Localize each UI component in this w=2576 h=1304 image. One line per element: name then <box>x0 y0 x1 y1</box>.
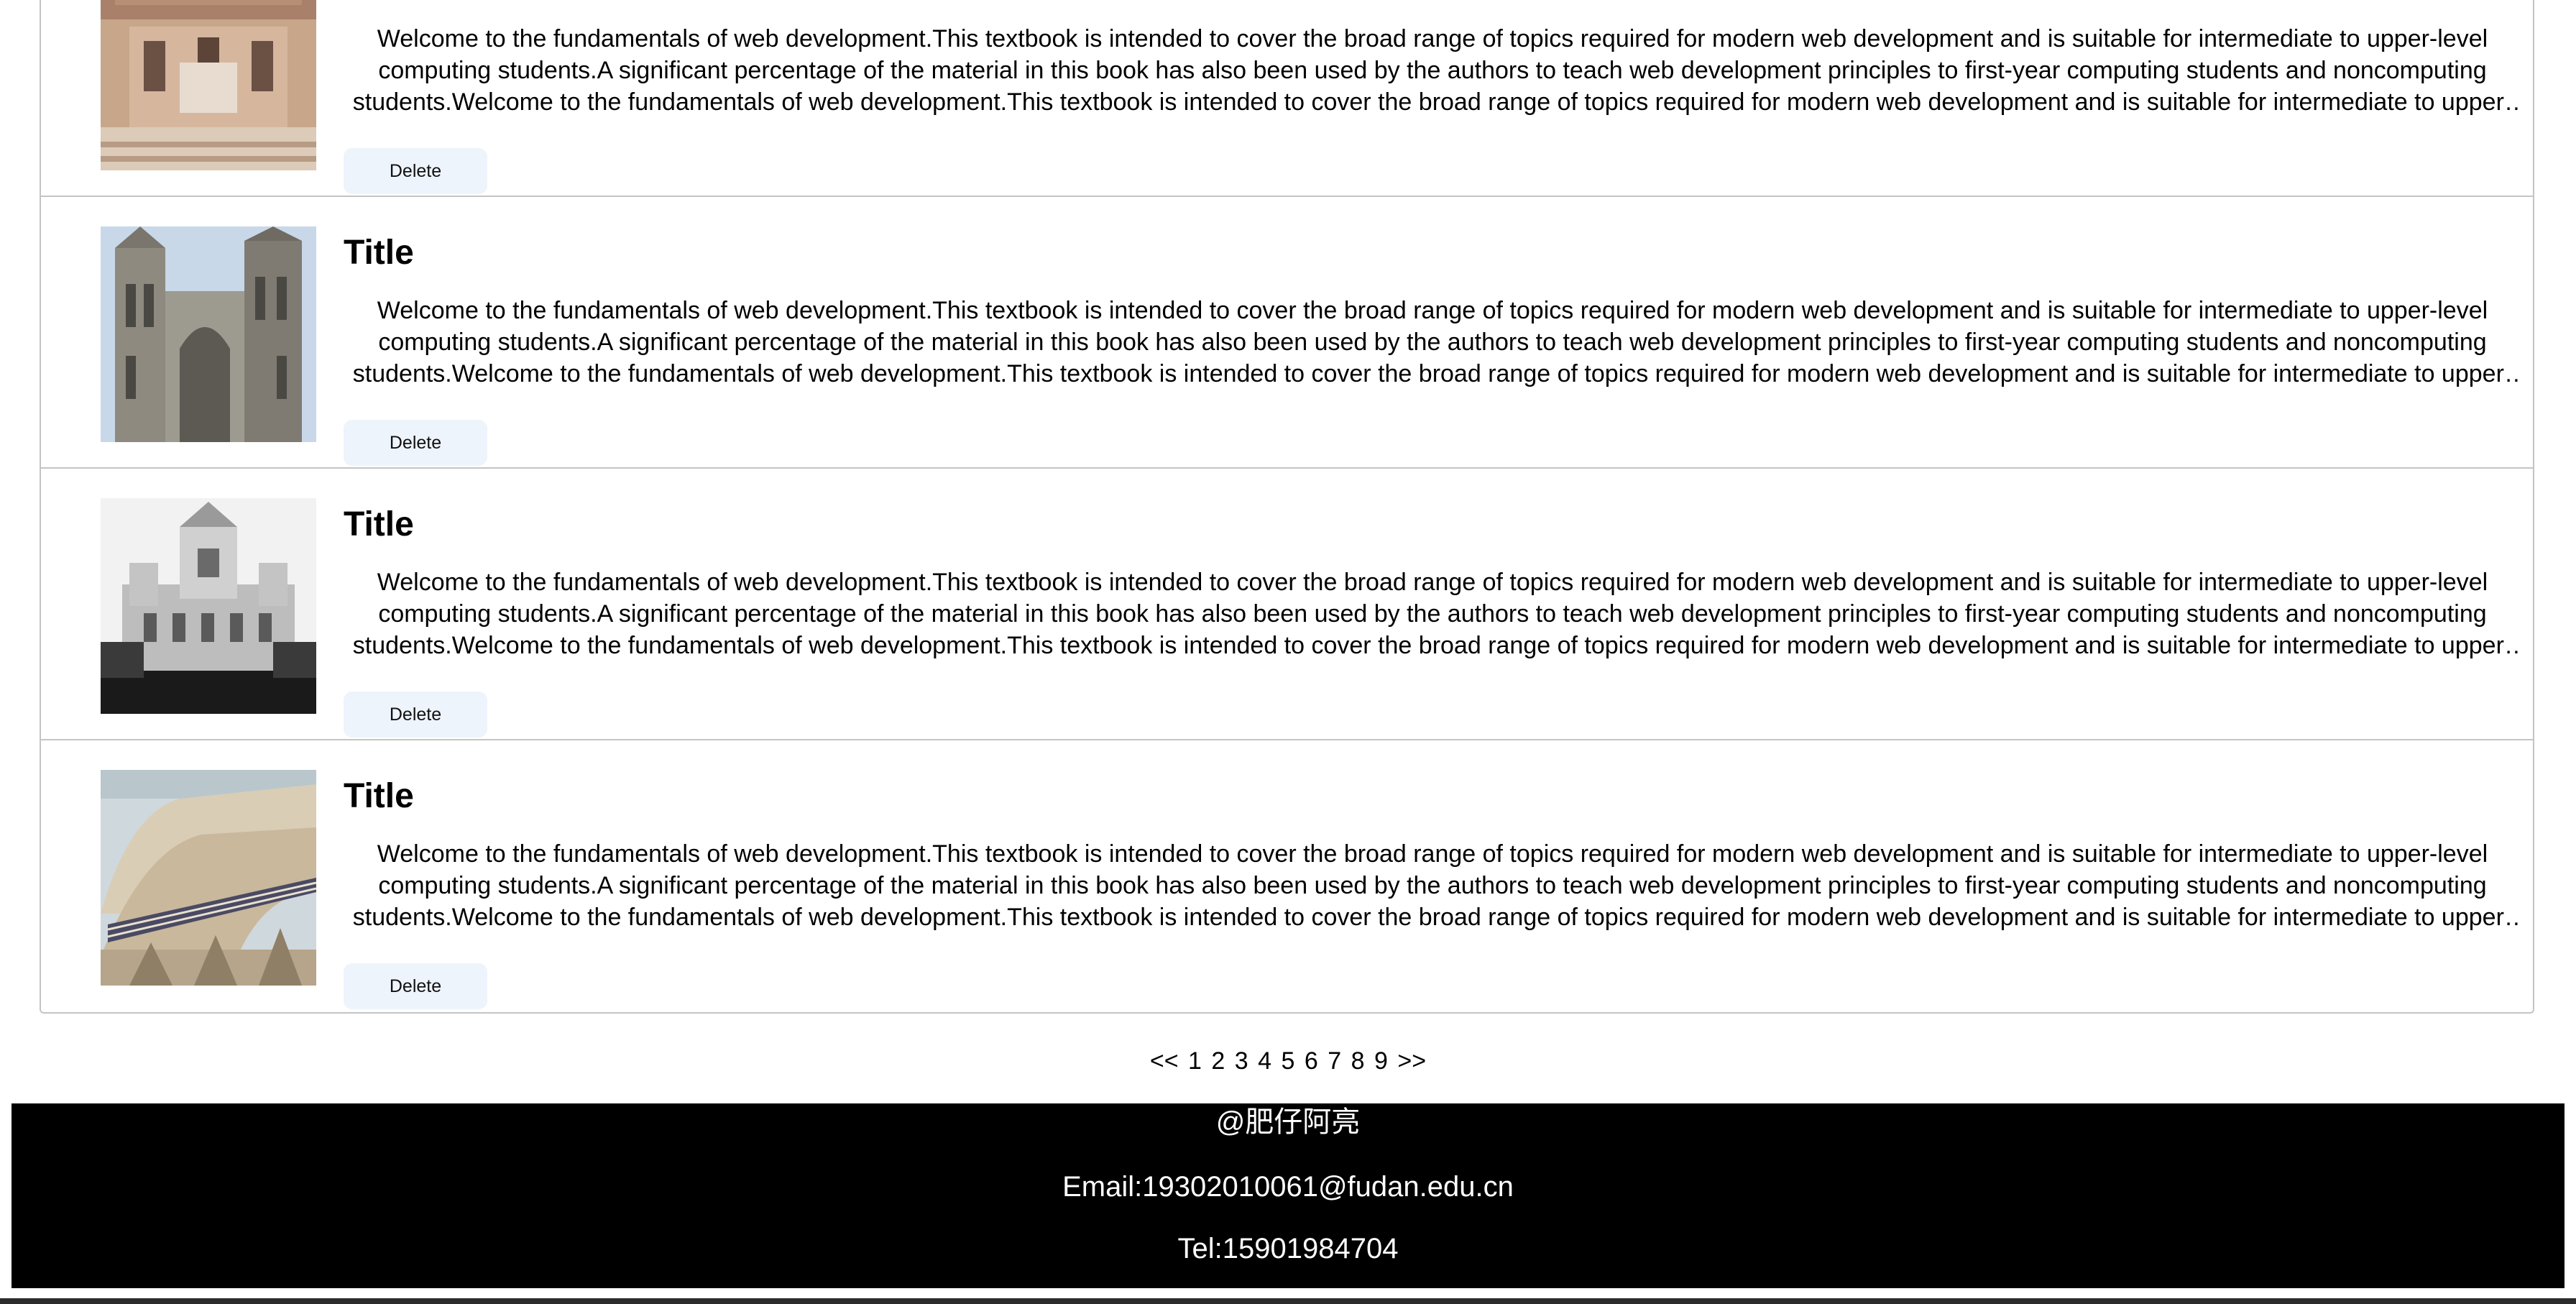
list-item: Welcome to the fundamentals of web devel… <box>41 0 2533 197</box>
pagination-next-link[interactable]: >> <box>1397 1044 1426 1078</box>
pagination-page-link[interactable]: 5 <box>1282 1044 1295 1078</box>
pagination-page-link[interactable]: 1 <box>1188 1044 1202 1078</box>
footer-author: @肥仔阿亮 <box>1215 1106 1361 1138</box>
list-item: Title Welcome to the fundamentals of web… <box>41 469 2533 740</box>
pagination-prev-link[interactable]: << <box>1150 1044 1179 1078</box>
gothic-abbey-photo-icon <box>101 226 316 442</box>
article-description: Welcome to the fundamentals of web devel… <box>352 569 2513 659</box>
pagination-page-link[interactable]: 9 <box>1374 1044 1388 1078</box>
palace-bw-photo-icon <box>101 498 316 714</box>
delete-button[interactable]: Delete <box>344 148 487 194</box>
arched-roof-photo-icon <box>101 770 316 986</box>
footer-tel: Tel:15901984704 <box>1177 1233 1399 1264</box>
list-item: Title Welcome to the fundamentals of web… <box>41 197 2533 469</box>
pagination-page-link[interactable]: 4 <box>1258 1044 1271 1078</box>
article-title: Title <box>344 234 414 272</box>
delete-button[interactable]: Delete <box>344 420 487 466</box>
list-item: Title Welcome to the fundamentals of web… <box>41 740 2533 1012</box>
article-list: Welcome to the fundamentals of web devel… <box>40 0 2534 1014</box>
pagination-page-link[interactable]: 8 <box>1351 1044 1365 1078</box>
article-title: Title <box>344 505 414 543</box>
footer-email: Email:19302010061@fudan.edu.cn <box>1062 1171 1514 1203</box>
page-footer: @肥仔阿亮 Email:19302010061@fudan.edu.cn Tel… <box>12 1103 2564 1288</box>
pagination-page-link[interactable]: 6 <box>1305 1044 1318 1078</box>
window-bottom-edge <box>0 1298 2576 1304</box>
pagination: << 1 2 3 4 5 6 7 8 9 >> <box>0 1044 2576 1078</box>
pagination-page-link[interactable]: 7 <box>1328 1044 1341 1078</box>
article-thumbnail <box>101 498 316 714</box>
pagination-page-link[interactable]: 2 <box>1211 1044 1225 1078</box>
delete-button[interactable]: Delete <box>344 963 487 1009</box>
delete-button[interactable]: Delete <box>344 692 487 738</box>
article-thumbnail <box>101 226 316 442</box>
article-description: Welcome to the fundamentals of web devel… <box>352 25 2513 116</box>
article-thumbnail <box>101 770 316 986</box>
article-title: Title <box>344 777 414 815</box>
pagination-page-link[interactable]: 3 <box>1235 1044 1248 1078</box>
article-thumbnail <box>101 0 316 170</box>
article-description: Welcome to the fundamentals of web devel… <box>352 840 2513 931</box>
article-description: Welcome to the fundamentals of web devel… <box>352 297 2513 387</box>
building-facade-photo-icon <box>101 0 316 170</box>
